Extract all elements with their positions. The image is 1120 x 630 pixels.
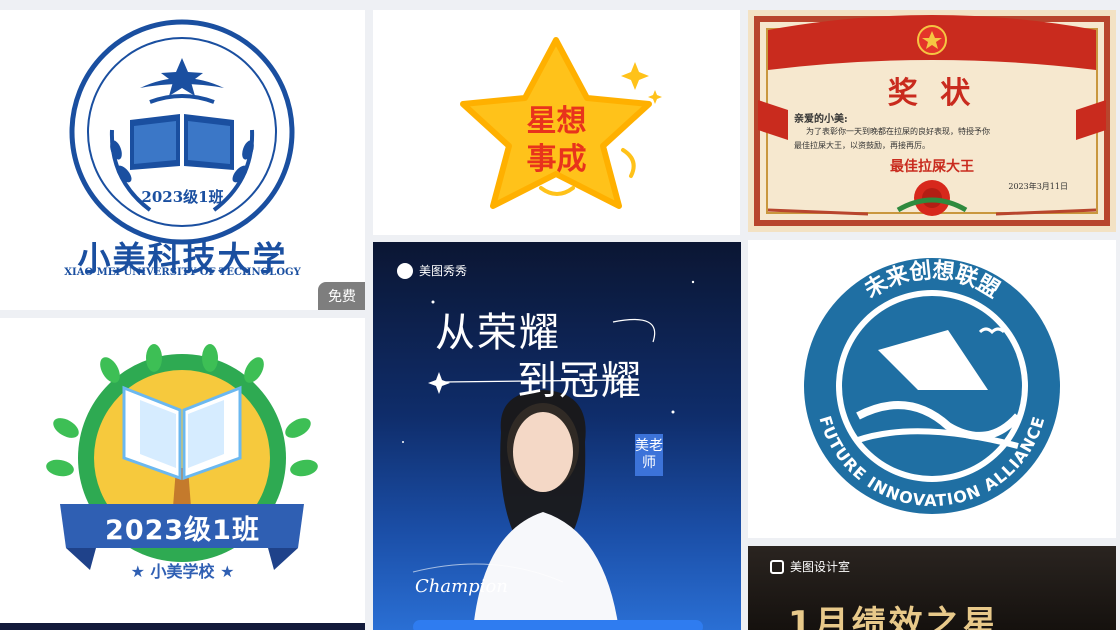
certificate-title: 奖 状 [887, 76, 977, 111]
alliance-emblem-icon: 未来创想联盟 FUTURE INNOVATION ALLIANCE [804, 258, 1060, 514]
template-card-university-logo[interactable]: 2023级1班 小美科技大学 XIAO MEI UNIVERSITY OF TE… [0, 10, 365, 310]
teacher-label: 美老师 [635, 434, 663, 476]
studio-logo-icon [770, 559, 784, 574]
template-card-alliance-logo[interactable]: 未来创想联盟 FUTURE INNOVATION ALLIANCE [748, 240, 1116, 538]
school-name: ★ 小美学校 ★ [130, 562, 235, 581]
university-name-en: XIAO MEI UNIVERSITY OF TECHNOLOGY [64, 267, 301, 278]
studio-headline: 1月绩效之星 [788, 604, 1000, 630]
template-card-studio-banner[interactable]: 美图设计室 1月绩效之星 [748, 546, 1116, 630]
template-card-school-badge[interactable]: 2023级1班 ★ 小美学校 ★ [0, 318, 365, 623]
template-card-star-wish[interactable]: 星想 事成 [373, 10, 740, 235]
studio-brand-label: 美图设计室 [790, 560, 851, 574]
certificate-greeting: 亲爱的小美: [794, 114, 848, 125]
studio-brand: 美图设计室 [770, 558, 850, 575]
certificate-award: 最佳拉屎大王 [890, 159, 974, 175]
template-card-partial-dark[interactable] [0, 623, 365, 630]
certificate-body-line2: 最佳拉屎大王，以资鼓励，再接再厉。 [794, 141, 930, 150]
template-card-poster[interactable]: 美图秀秀 从荣耀 到冠耀 美老师 Champion [373, 242, 741, 630]
poster-brand-label: 美图秀秀 [419, 264, 468, 278]
star-text-line2: 事成 [526, 142, 587, 177]
certificate-date: 2023年3月11日 [1008, 182, 1068, 191]
meitu-logo-icon [397, 262, 413, 279]
poster-signature: Champion [415, 576, 508, 597]
template-card-certificate[interactable]: 奖 状 亲爱的小美: 为了表彰你一天到晚都在拉屎的良好表现，特授予你 最佳拉屎大… [748, 10, 1116, 232]
teacher-label-text: 美老师 [635, 438, 663, 471]
poster-headline-line2: 到冠耀 [517, 358, 643, 404]
certificate-body-line1: 为了表彰你一天到晚都在拉屎的良好表现，特授予你 [806, 127, 990, 136]
free-badge: 免费 [318, 282, 365, 310]
class-label: 2023级1班 [141, 188, 224, 206]
ribbon-text: 2023级1班 [105, 515, 260, 546]
poster-brand: 美图秀秀 [397, 262, 467, 279]
